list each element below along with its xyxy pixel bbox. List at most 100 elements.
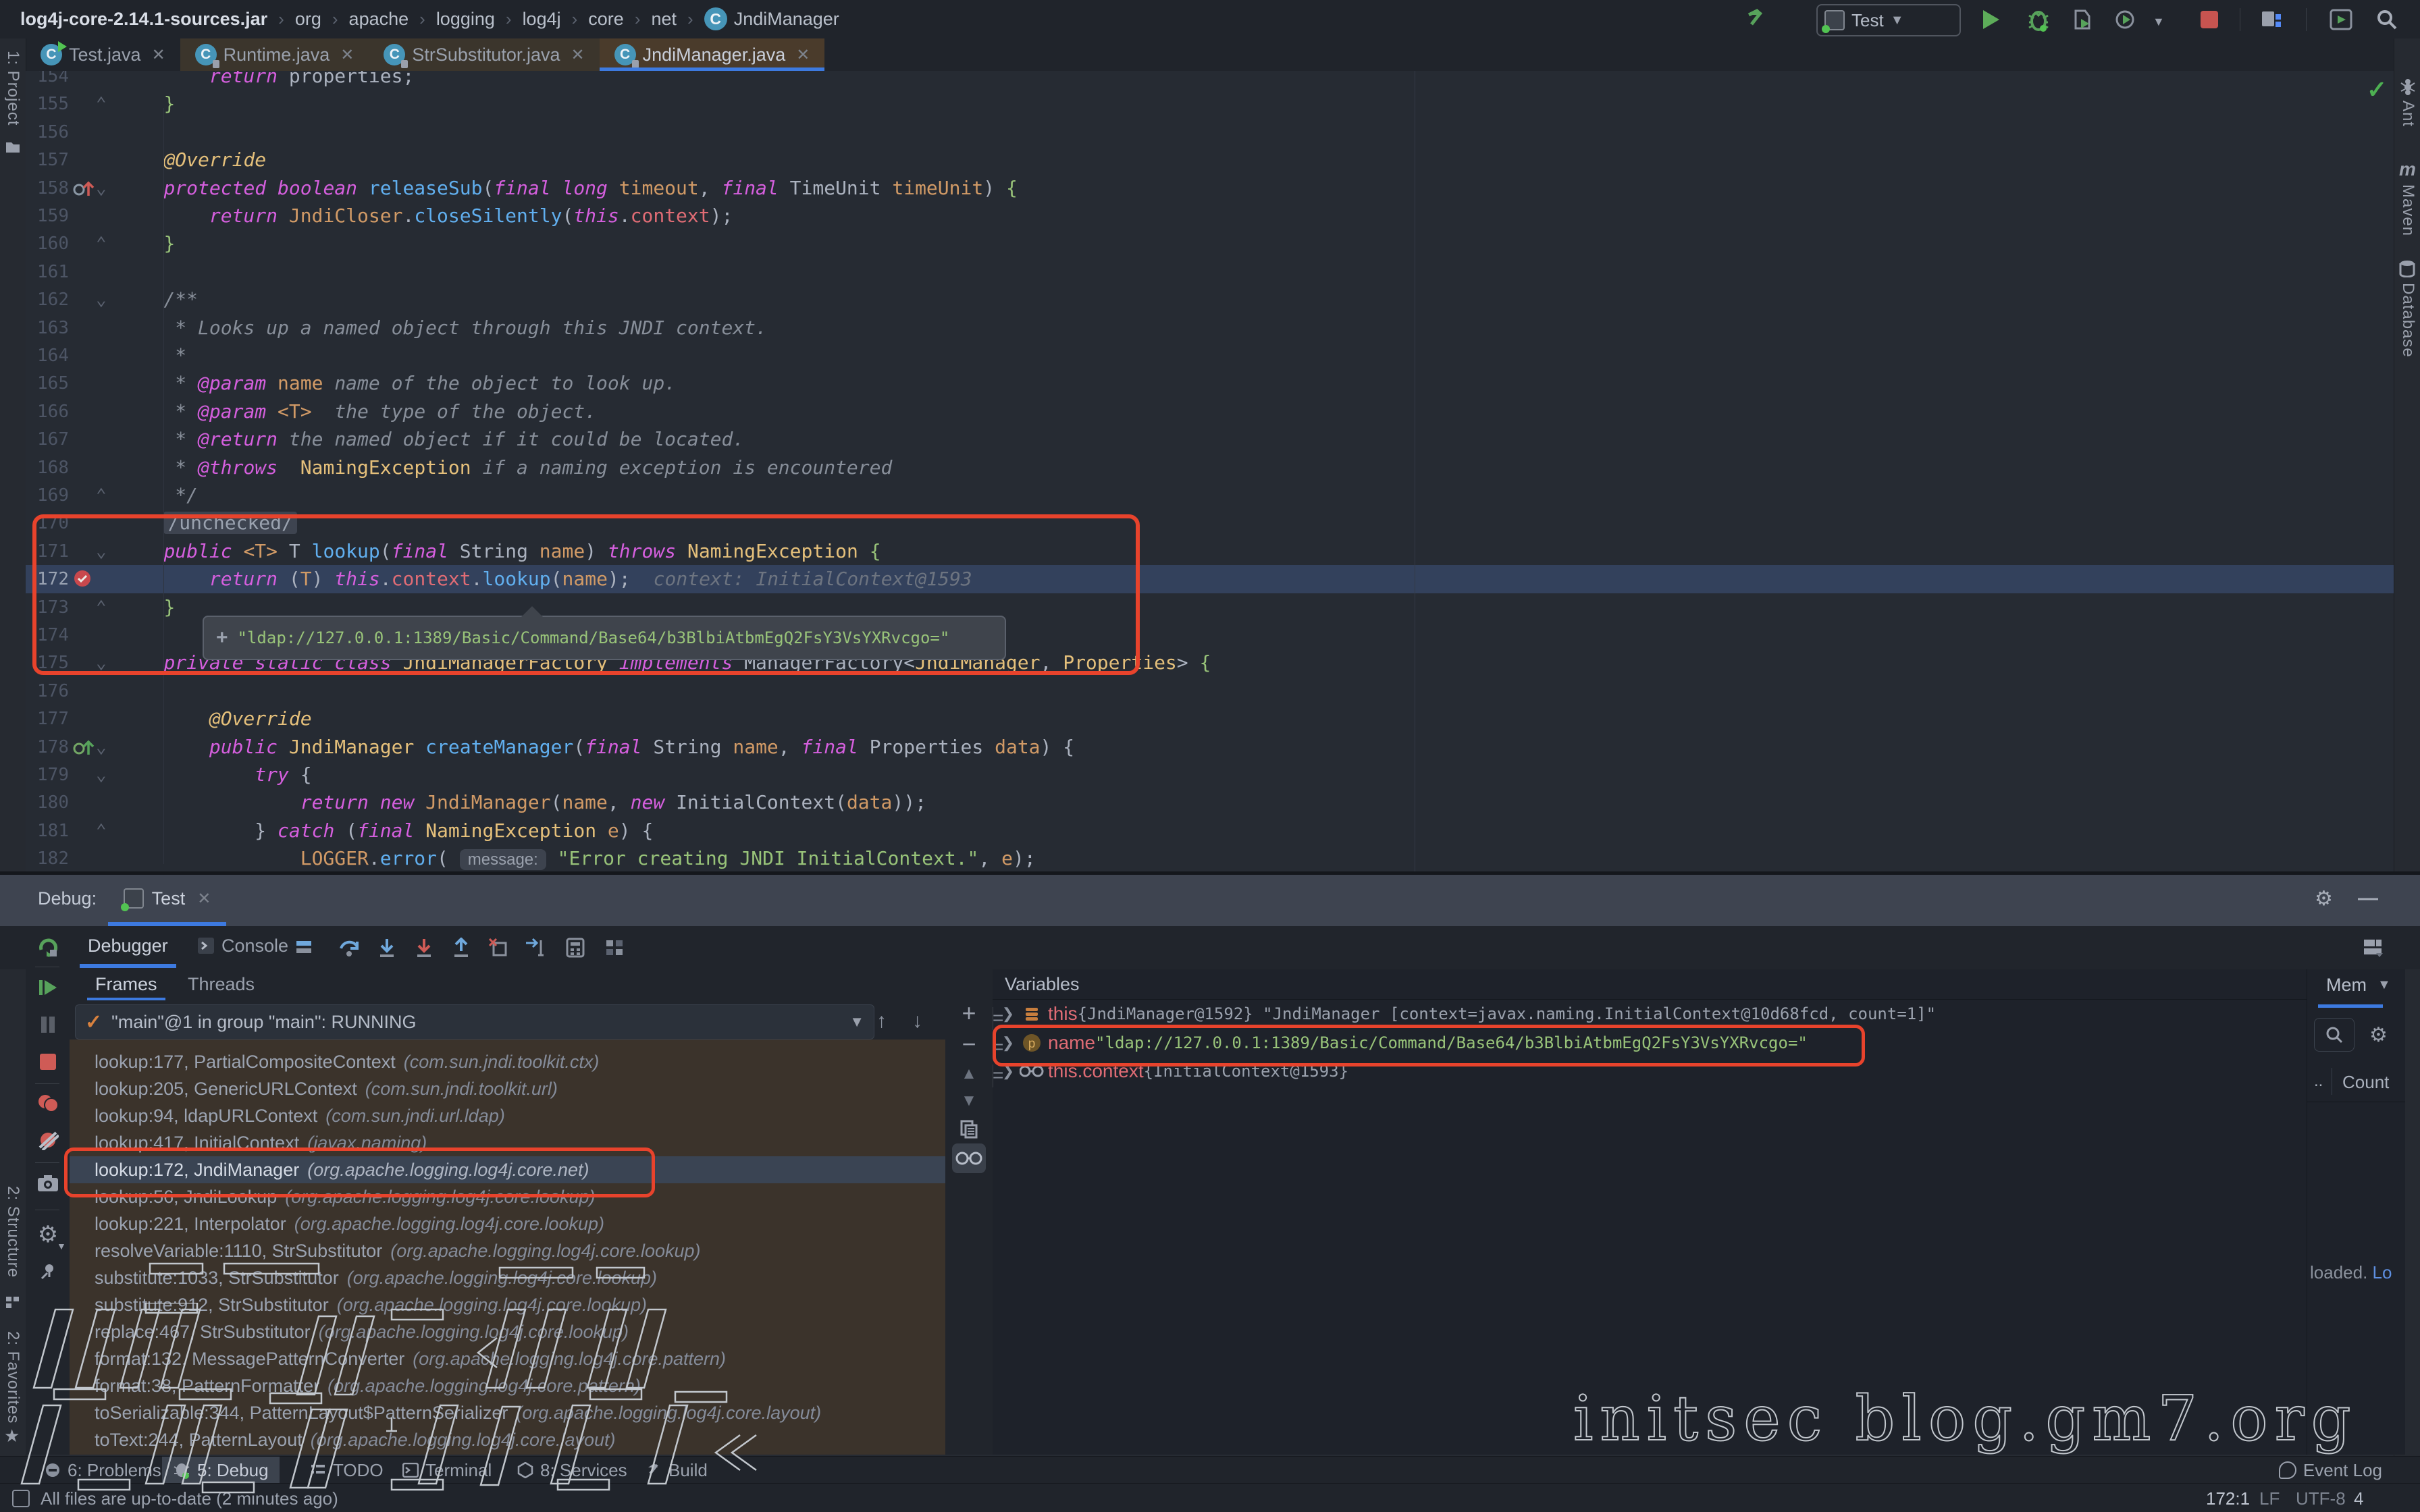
run-anything-icon[interactable] [2328,7,2354,32]
fold-marker[interactable]: ⌃ [96,593,107,622]
frame-row[interactable]: lookup:205, GenericURLContext(com.sun.jn… [70,1075,945,1102]
fold-marker[interactable]: ⌄ [96,733,107,761]
line-number[interactable]: 154 [30,71,69,90]
frame-row[interactable]: lookup:94, ldapURLContext(com.sun.jndi.u… [70,1102,945,1129]
stop-button[interactable] [2197,7,2222,32]
variable-row-this.context[interactable]: ❯this.context = {InitialContext@1593} [993,1056,2307,1086]
editor-tab-JndiManager.java[interactable]: CJndiManager.java✕ [600,38,825,71]
fold-marker[interactable]: ⌃ [96,90,107,118]
profiler-button[interactable] [2113,7,2139,32]
hide-icon[interactable]: — [2358,887,2378,910]
line-number[interactable]: 162 [30,286,69,314]
frame-row[interactable]: format:132, MessagePatternConverter(org.… [70,1345,945,1372]
frame-row-selected[interactable]: lookup:172, JndiManager(org.apache.loggi… [70,1156,945,1183]
event-log-button[interactable]: Event Log [2279,1457,2382,1484]
close-icon[interactable]: ✕ [152,45,165,65]
breadcrumb[interactable]: log4j-core-2.14.1-sources.jar›org›apache… [20,0,839,38]
frame-row[interactable]: lookup:56, JndiLookup(org.apache.logging… [70,1183,945,1210]
fold-marker[interactable]: ⌃ [96,481,107,510]
frame-row[interactable]: substitute:912, StrSubstitutor(org.apach… [70,1291,945,1318]
line-number[interactable]: 179 [30,761,69,789]
line-ending[interactable]: LF [2259,1488,2280,1509]
mute-breakpoints-icon[interactable] [34,1126,62,1154]
frame-row[interactable] [70,1040,945,1048]
tab-frames[interactable]: Frames [95,969,157,999]
line-number[interactable]: 171 [30,537,69,566]
breadcrumb-item[interactable]: logging [436,9,495,30]
breadcrumb-item[interactable]: apache [349,9,409,30]
editor-tab-StrSubstitutor.java[interactable]: CStrSubstitutor.java✕ [369,38,599,71]
toolwindow-button-services[interactable]: 8: Services [506,1457,638,1484]
close-icon[interactable]: ✕ [340,45,354,65]
variable-row-this[interactable]: ❯this = {JndiManager@1592} "JndiManager … [993,999,2307,1029]
line-number[interactable]: 168 [30,454,69,482]
layout-settings-icon[interactable] [290,934,317,961]
memory-search-button[interactable] [2314,1018,2355,1052]
line-number[interactable]: 175 [30,649,69,677]
indent-setting[interactable]: 4 spaces [2354,1488,2420,1512]
sidebar-item-favorites[interactable]: 2: Favorites [3,1331,22,1424]
run-with-coverage-button[interactable] [2070,7,2095,32]
line-number[interactable]: 176 [30,677,69,705]
line-number[interactable]: 161 [30,258,69,286]
rerun-icon[interactable] [34,934,62,962]
run-to-cursor-icon[interactable] [522,934,549,961]
tab-memory[interactable]: Mem [2326,975,2367,996]
line-number[interactable]: 169 [30,481,69,510]
thread-selector[interactable]: ✓ "main"@1 in group "main": RUNNING ▼ [75,1004,874,1040]
gear-icon[interactable]: ⚙ [2315,887,2333,911]
fold-marker[interactable]: ⌃ [96,817,107,845]
expand-plus-icon[interactable]: + [216,626,228,649]
tab-console[interactable]: Console [197,926,288,965]
step-out-icon[interactable] [448,934,475,961]
scroll-up-icon[interactable]: ▲ [955,1061,983,1087]
frame-row[interactable]: substitute:1033, StrSubstitutor(org.apac… [70,1264,945,1291]
inspections-ok-icon[interactable]: ✓ [2367,76,2387,104]
line-number[interactable]: 170 [30,509,69,537]
load-classes-link[interactable]: Lo [2373,1262,2392,1282]
close-icon[interactable]: ✕ [197,889,211,909]
toolwindow-button-terminal[interactable]: Terminal [392,1457,502,1484]
line-number[interactable]: 167 [30,425,69,454]
line-number[interactable]: 174 [30,621,69,649]
toolwindow-button-todo[interactable]: TODO [299,1457,394,1484]
line-number[interactable]: 159 [30,202,69,230]
run-configuration-selector[interactable]: Test ▼ [1816,4,1961,36]
debug-button[interactable] [2026,7,2051,32]
line-number[interactable]: 182 [30,844,69,871]
frames-list[interactable]: lookup:177, PartialCompositeContext(com.… [70,1040,945,1455]
toolwindow-button-build[interactable]: Build [635,1457,718,1484]
drop-frame-icon[interactable] [485,934,512,961]
breadcrumb-item[interactable]: log4j [523,9,561,30]
view-breakpoints-icon[interactable] [34,1089,62,1117]
variable-row-name[interactable]: ❯pname = "ldap://127.0.0.1:1389/Basic/Co… [993,1028,2307,1058]
toolwindow-toggle-icon[interactable] [12,1490,30,1507]
line-number[interactable]: 164 [30,342,69,370]
sidebar-item-project[interactable]: 1: Project [3,51,22,126]
frame-row[interactable]: resolveVariable:1110, StrSubstitutor(org… [70,1237,945,1264]
watches-glasses-icon[interactable] [952,1143,986,1173]
line-number[interactable]: 156 [30,118,69,146]
code-editor[interactable]: 154 return properties;155⌃ }156157 @Over… [26,71,2394,871]
close-icon[interactable]: ✕ [796,45,810,65]
close-icon[interactable]: ✕ [571,45,584,65]
fold-marker[interactable]: ⌄ [96,761,107,789]
step-into-icon[interactable] [373,934,400,961]
breakpoint-icon[interactable] [73,569,92,588]
line-number[interactable]: 158 [30,174,69,202]
tab-threads[interactable]: Threads [188,969,255,999]
line-number[interactable]: 165 [30,369,69,398]
line-number[interactable]: 181 [30,817,69,845]
sidebar-item-database[interactable]: Database [2398,283,2417,358]
copy-stack-icon[interactable] [955,1116,983,1142]
debug-session-tab[interactable]: Test ✕ [108,875,226,922]
force-step-into-icon[interactable] [411,934,438,961]
run-button[interactable] [1978,7,2004,32]
frame-row[interactable]: lookup:221, Interpolator(org.apache.logg… [70,1210,945,1237]
frame-row[interactable]: toSerializable:344, PatternLayout$Patter… [70,1399,945,1426]
line-number[interactable]: 172 [30,565,69,593]
tab-debugger[interactable]: Debugger [88,926,168,965]
stop-icon[interactable] [34,1048,62,1076]
frame-row[interactable]: lookup:417, InitialContext(javax.naming) [70,1129,945,1156]
breadcrumb-item[interactable]: JndiManager [734,9,839,30]
